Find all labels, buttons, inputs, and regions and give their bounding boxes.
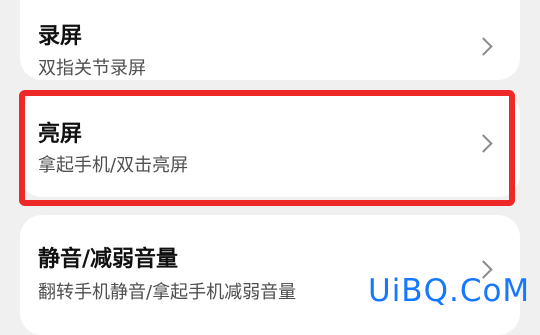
watermark-text: UiBQ.CoM <box>368 273 531 309</box>
setting-title: 亮屏 <box>38 122 83 147</box>
setting-title: 静音/减弱音量 <box>38 247 179 272</box>
setting-subtitle: 翻转手机静音/拿起手机减弱音量 <box>38 282 297 303</box>
chevron-right-icon <box>474 37 493 56</box>
setting-subtitle: 拿起手机/双击亮屏 <box>38 155 189 176</box>
setting-subtitle: 双指关节录屏 <box>38 58 146 79</box>
setting-item-wake-screen[interactable]: 亮屏 拿起手机/双击亮屏 <box>20 93 520 197</box>
setting-item-screen-record[interactable]: 录屏 双指关节录屏 <box>20 0 520 80</box>
chevron-right-icon <box>474 134 493 153</box>
setting-title: 录屏 <box>38 24 83 49</box>
